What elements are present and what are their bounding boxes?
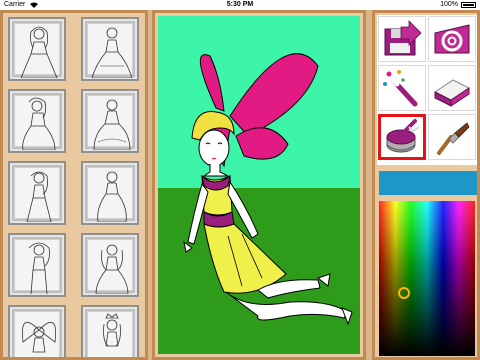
princess-outline-icon [22,97,56,151]
drawing-canvas-frame [152,10,366,360]
princess-outline-icon [20,26,58,79]
fairy-drawing[interactable] [158,16,360,354]
battery-icon [461,2,476,8]
color-spectrum-picker[interactable] [379,201,475,356]
current-color-swatch [379,171,477,195]
thumbnail-princess-5[interactable] [8,161,66,225]
magic-wand-icon [383,70,418,107]
brush-button[interactable] [428,114,476,160]
save-icon [384,20,422,56]
brush-icon [437,122,470,155]
email-icon [434,24,470,54]
thumbnail-princess-1[interactable] [8,17,66,81]
thumbnail-princess-2[interactable] [81,17,139,81]
fairy-outline-icon [21,321,57,353]
princess-outline-icon [93,99,131,151]
princess-outline-icon [97,171,127,223]
coloring-page-gallery[interactable] [0,10,148,360]
battery-percent: 100% [440,1,458,8]
status-bar: Carrier 5:30 PM 100% [0,0,480,10]
thumbnail-princess-7[interactable] [8,233,66,297]
thumbnail-fairy-1[interactable] [8,305,66,357]
paint-bucket-button[interactable] [378,114,426,160]
eraser-button[interactable] [428,65,476,111]
thumbnail-princess-6[interactable] [81,161,139,225]
princess-outline-icon [26,171,52,223]
thumbnail-princess-8[interactable] [81,233,139,297]
thumbnail-princess-9[interactable] [81,305,139,357]
drawing-canvas[interactable] [158,16,360,354]
magic-wand-button[interactable] [378,65,426,111]
eraser-icon [434,79,470,107]
clock: 5:30 PM [226,1,254,8]
paint-bucket-icon [386,119,420,153]
princess-outline-icon [95,244,129,295]
email-button[interactable] [428,16,476,62]
save-button[interactable] [378,16,426,62]
princess-outline-icon [103,313,121,347]
color-picker-handle[interactable] [398,287,410,299]
tools-panel [372,10,480,360]
princess-outline-icon [28,242,50,295]
thumbnail-princess-3[interactable] [8,89,66,153]
princess-outline-icon [91,27,133,79]
thumbnail-princess-4[interactable] [81,89,139,153]
